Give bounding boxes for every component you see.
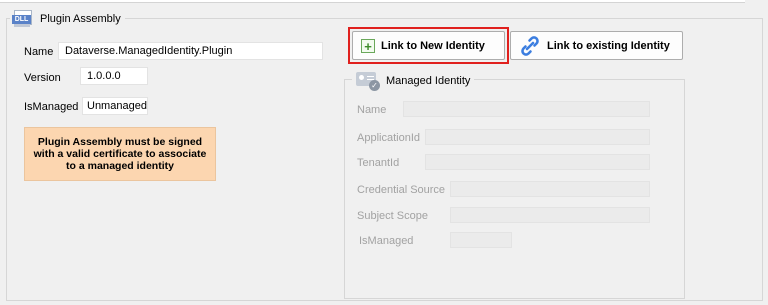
managed-identity-title: Managed Identity xyxy=(386,75,471,87)
mi-subject-scope-label: Subject Scope xyxy=(357,210,428,222)
mi-credential-source-field[interactable] xyxy=(450,181,650,197)
mi-name-field[interactable] xyxy=(403,101,650,117)
dll-icon: DLL xyxy=(12,10,34,28)
link-new-identity-label: Link to New Identity xyxy=(381,39,485,52)
plugin-assembly-group-header: DLL Plugin Assembly xyxy=(10,10,125,28)
mi-tenant-id-label: TenantId xyxy=(357,157,400,169)
link-existing-identity-button[interactable]: Link to existing Identity xyxy=(510,31,683,60)
mi-application-id-field[interactable] xyxy=(425,129,650,145)
ismanaged-label: IsManaged xyxy=(24,101,79,113)
assembly-name-field[interactable]: Dataverse.ManagedIdentity.Plugin xyxy=(58,42,323,60)
mi-ismanaged-label: IsManaged xyxy=(359,235,414,247)
mi-application-id-label: ApplicationId xyxy=(357,132,420,144)
chain-link-icon xyxy=(521,35,539,56)
ismanaged-field[interactable]: Unmanaged xyxy=(82,97,148,115)
top-divider xyxy=(0,0,745,3)
mi-credential-source-label: Credential Source xyxy=(357,184,446,196)
managed-identity-group-header: ✓ Managed Identity xyxy=(352,70,475,92)
mi-ismanaged-field[interactable] xyxy=(450,232,512,248)
link-existing-identity-label: Link to existing Identity xyxy=(547,39,670,52)
name-label: Name xyxy=(24,46,54,58)
link-new-identity-button[interactable]: + Link to New Identity xyxy=(352,31,505,60)
plugin-assembly-title: Plugin Assembly xyxy=(40,13,121,25)
mi-name-label: Name xyxy=(357,104,387,116)
signing-warning: Plugin Assembly must be signed with a va… xyxy=(24,127,216,181)
identity-card-icon: ✓ xyxy=(356,70,382,92)
mi-tenant-id-field[interactable] xyxy=(425,154,650,170)
plus-icon: + xyxy=(361,38,375,53)
version-label: Version xyxy=(24,72,61,84)
version-field[interactable]: 1.0.0.0 xyxy=(80,67,148,85)
mi-subject-scope-field[interactable] xyxy=(450,207,650,223)
